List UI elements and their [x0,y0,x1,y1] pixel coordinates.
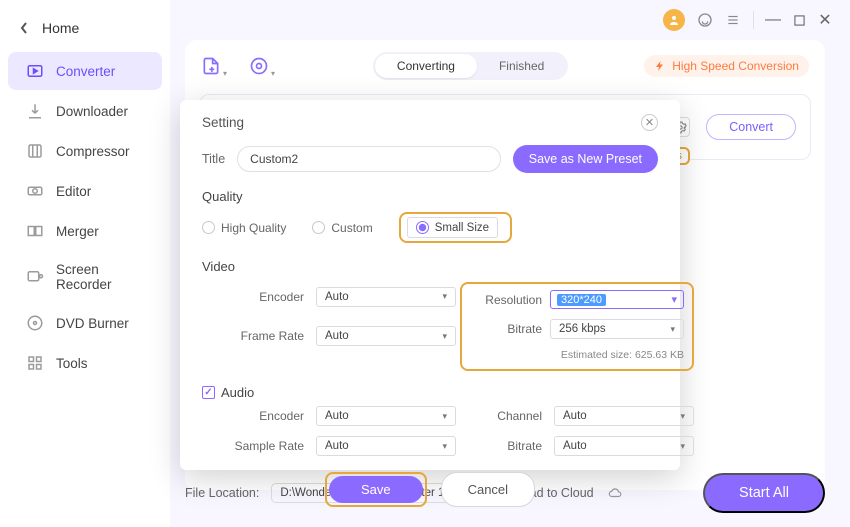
tab-finished[interactable]: Finished [477,54,566,78]
audio-encoder-label: Encoder [202,409,312,423]
video-bitrate-label: Bitrate [470,322,550,336]
save-button[interactable]: Save [329,476,423,503]
frame-rate-label: Frame Rate [202,329,312,343]
high-speed-badge[interactable]: High Speed Conversion [644,55,809,77]
frame-rate-select[interactable]: Auto▾ [316,326,456,346]
lightning-icon [654,60,666,72]
merger-icon [26,222,44,240]
sidebar-item-compressor[interactable]: Compressor [8,132,162,170]
audio-checkbox[interactable]: ✓ [202,386,215,399]
converter-icon [26,62,44,80]
title-label: Title [202,152,225,166]
dvd-icon [26,314,44,332]
sidebar-item-label: DVD Burner [56,316,129,331]
title-input[interactable] [237,146,501,172]
sidebar: Home Converter Downloader Compressor Edi… [0,0,170,527]
sidebar-item-editor[interactable]: Editor [8,172,162,210]
audio-section-label: Audio [221,385,254,400]
minimize-button[interactable]: — [766,13,780,27]
close-button[interactable]: ✕ [818,13,832,27]
video-section-label: Video [202,259,658,274]
radio-small-size-highlight: Small Size [399,212,512,243]
settings-modal: Setting ✕ Title Save as New Preset Quali… [180,100,680,470]
add-folder-button[interactable]: ▾ [249,54,273,78]
start-all-button[interactable]: Start All [703,473,825,513]
quality-section-label: Quality [202,189,658,204]
screen-recorder-icon [26,268,44,286]
sidebar-item-label: Compressor [56,144,130,159]
chevron-down-icon: ▾ [271,69,275,78]
chevron-down-icon: ▾ [223,69,227,78]
sidebar-item-screen-recorder[interactable]: Screen Recorder [8,252,162,302]
resolution-highlight: Resolution 320*240▾ Bitrate 256 kbps▾ Es… [460,282,694,371]
video-encoder-select[interactable]: Auto▾ [316,287,456,307]
title-bar: — ✕ [645,0,850,40]
resolution-select[interactable]: 320*240▾ [550,290,684,309]
home-back[interactable]: Home [0,8,170,48]
tab-segment: Converting Finished [373,52,568,80]
sidebar-item-converter[interactable]: Converter [8,52,162,90]
user-avatar-icon[interactable] [663,9,685,31]
sample-rate-label: Sample Rate [202,439,312,453]
compressor-icon [26,142,44,160]
tools-icon [26,354,44,372]
sidebar-item-downloader[interactable]: Downloader [8,92,162,130]
sidebar-item-label: Downloader [56,104,128,119]
menu-icon[interactable] [725,12,741,28]
close-icon[interactable]: ✕ [641,114,658,131]
resolution-label: Resolution [470,293,550,307]
save-button-highlight: Save [325,472,427,507]
video-bitrate-select[interactable]: 256 kbps▾ [550,319,684,339]
save-preset-button[interactable]: Save as New Preset [513,145,658,173]
sidebar-item-label: Screen Recorder [56,262,144,292]
radio-custom[interactable]: Custom [312,221,372,235]
channel-label: Channel [460,409,550,423]
modal-title: Setting [202,115,244,130]
modal-header: Setting ✕ [202,114,658,131]
tab-converting[interactable]: Converting [375,54,477,78]
cancel-button[interactable]: Cancel [441,472,535,507]
audio-bitrate-label: Bitrate [460,439,550,453]
radio-small-size[interactable]: Small Size [407,217,498,238]
channel-select[interactable]: Auto▾ [554,406,694,426]
editor-icon [26,182,44,200]
sidebar-item-label: Tools [56,356,88,371]
download-icon [26,102,44,120]
sidebar-item-label: Editor [56,184,91,199]
chevron-left-icon [20,22,28,34]
estimated-size: Estimated size: 625.63 KB [470,349,684,361]
sidebar-item-dvd-burner[interactable]: DVD Burner [8,304,162,342]
convert-button[interactable]: Convert [706,114,796,140]
sidebar-item-tools[interactable]: Tools [8,344,162,382]
sidebar-item-merger[interactable]: Merger [8,212,162,250]
audio-encoder-select[interactable]: Auto▾ [316,406,456,426]
sidebar-item-label: Merger [56,224,99,239]
add-file-button[interactable]: ▾ [201,54,225,78]
support-icon[interactable] [697,12,713,28]
sample-rate-select[interactable]: Auto▾ [316,436,456,456]
sidebar-item-label: Converter [56,64,115,79]
encoder-label: Encoder [202,290,312,304]
home-label: Home [42,20,79,36]
maximize-button[interactable] [792,13,806,27]
audio-bitrate-select[interactable]: Auto▾ [554,436,694,456]
radio-high-quality[interactable]: High Quality [202,221,286,235]
